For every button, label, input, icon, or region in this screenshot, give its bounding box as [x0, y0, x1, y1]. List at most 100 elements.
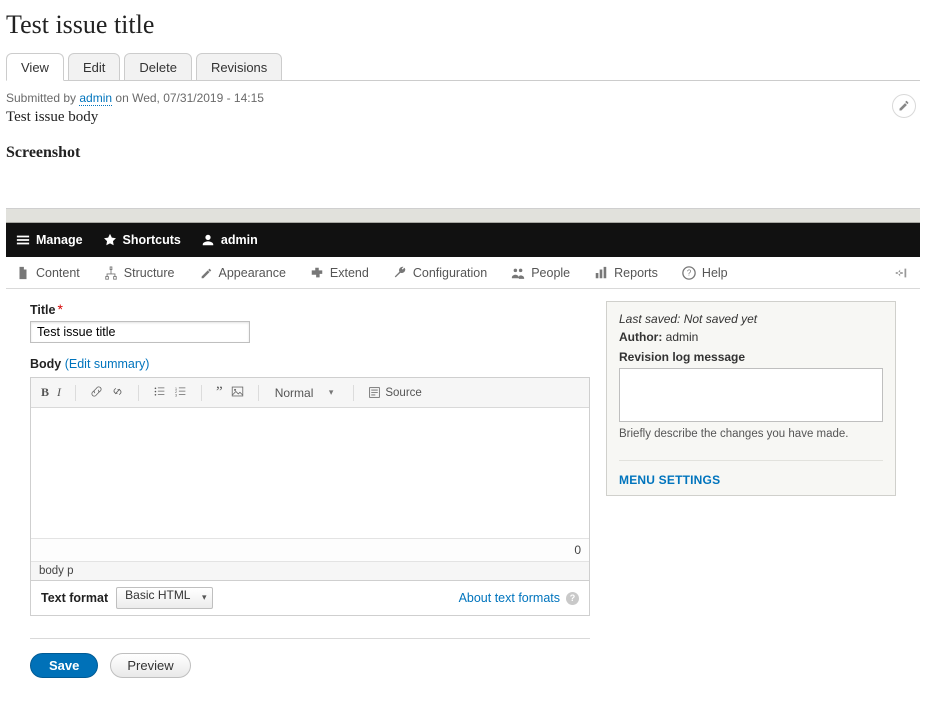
text-format-row: Text format Basic HTML About text format… — [30, 581, 590, 616]
toolbar-orientation-toggle[interactable] — [892, 265, 910, 281]
number-list-button[interactable]: 123 — [174, 385, 187, 401]
toolbar-sep-icon — [138, 385, 139, 401]
ckeditor-status: 0 — [31, 538, 589, 561]
toolbar-sep-icon — [75, 385, 76, 401]
link-icon — [90, 385, 103, 398]
help-icon: ? — [682, 266, 696, 280]
question-icon: ? — [566, 592, 579, 605]
admin-menu: Content Structure Appearance Extend Conf… — [6, 257, 920, 289]
submitted-suffix: on Wed, 07/31/2019 - 14:15 — [115, 91, 264, 105]
title-label: Title — [30, 303, 55, 317]
toolbar-sep-icon — [258, 385, 259, 401]
admin-tab-extend[interactable]: Extend — [310, 266, 369, 280]
source-button[interactable]: Source — [368, 386, 421, 399]
tab-view[interactable]: View — [6, 53, 64, 81]
bullet-list-button[interactable] — [153, 385, 166, 401]
local-tasks-tabs: View Edit Delete Revisions — [6, 52, 920, 81]
format-dropdown[interactable]: Normal — [273, 386, 340, 400]
author-label: Author: — [619, 330, 662, 344]
required-mark: * — [57, 301, 62, 317]
ckeditor-textarea[interactable] — [31, 408, 589, 538]
text-format-select[interactable]: Basic HTML — [116, 587, 213, 609]
user-icon — [201, 233, 215, 247]
field-title: Title* — [30, 301, 590, 343]
admin-tab-content[interactable]: Content — [16, 266, 80, 280]
tab-revisions[interactable]: Revisions — [196, 53, 282, 81]
toolbar-bar: Manage Shortcuts admin — [6, 223, 920, 257]
italic-button[interactable]: I — [57, 385, 61, 400]
field-body-label-row: Body (Edit summary) — [30, 357, 590, 371]
embedded-screenshot: Manage Shortcuts admin Content Structure — [6, 208, 920, 692]
image-icon — [231, 385, 244, 398]
text-format-label: Text format — [41, 591, 108, 605]
about-text-formats-label: About text formats — [459, 591, 560, 605]
admin-tab-configuration-label: Configuration — [413, 266, 487, 280]
paint-icon — [199, 266, 213, 280]
admin-tab-help[interactable]: ? Help — [682, 266, 728, 280]
toolbar-sep-icon — [353, 385, 354, 401]
ckeditor-path: body p — [31, 561, 589, 580]
toolbar-user-label: admin — [221, 233, 258, 247]
submitted-user-link[interactable]: admin — [79, 91, 112, 106]
revision-log-help: Briefly describe the changes you have ma… — [619, 428, 883, 440]
wrench-icon — [393, 266, 407, 280]
form-main: Title* Body (Edit summary) B I — [30, 301, 590, 678]
toolbar-manage[interactable]: Manage — [16, 233, 83, 247]
toolbar-shortcuts[interactable]: Shortcuts — [103, 233, 181, 247]
admin-tab-structure-label: Structure — [124, 266, 175, 280]
screenshot-top-gap — [6, 209, 920, 223]
admin-tab-reports-label: Reports — [614, 266, 658, 280]
screenshot-heading: Screenshot — [6, 144, 920, 162]
admin-tab-reports[interactable]: Reports — [594, 266, 658, 280]
link-button[interactable] — [90, 385, 103, 401]
about-text-formats-link[interactable]: About text formats ? — [459, 591, 579, 605]
toolbar-sep-icon — [201, 385, 202, 401]
admin-tab-extend-label: Extend — [330, 266, 369, 280]
file-icon — [16, 266, 30, 280]
bars-icon — [594, 266, 608, 280]
admin-tab-people-label: People — [531, 266, 570, 280]
issue-body: Test issue body — [6, 109, 920, 126]
admin-tab-people[interactable]: People — [511, 266, 570, 280]
tab-delete[interactable]: Delete — [124, 53, 192, 81]
image-button[interactable] — [231, 385, 244, 401]
page-title: Test issue title — [6, 10, 920, 40]
revision-log-label: Revision log message — [619, 350, 745, 364]
save-button[interactable]: Save — [30, 653, 98, 678]
submitted-meta: Submitted by admin on Wed, 07/31/2019 - … — [6, 91, 920, 105]
admin-tab-help-label: Help — [702, 266, 728, 280]
submitted-prefix: Submitted by — [6, 91, 79, 105]
toolbar-user[interactable]: admin — [201, 233, 258, 247]
admin-tab-configuration[interactable]: Configuration — [393, 266, 487, 280]
author-value: admin — [666, 330, 699, 344]
source-label: Source — [385, 387, 421, 399]
people-icon — [511, 266, 525, 280]
contextual-edit-button[interactable] — [892, 94, 916, 118]
admin-tab-appearance[interactable]: Appearance — [199, 266, 286, 280]
admin-tab-content-label: Content — [36, 266, 80, 280]
collapse-icon — [894, 266, 908, 280]
tab-edit[interactable]: Edit — [68, 53, 120, 81]
form-divider — [30, 638, 590, 639]
body-label: Body — [30, 357, 61, 371]
source-icon — [368, 386, 381, 399]
sitemap-icon — [104, 266, 118, 280]
toolbar-manage-label: Manage — [36, 233, 83, 247]
ul-icon — [153, 385, 166, 398]
unlink-button[interactable] — [111, 385, 124, 401]
toolbar-shortcuts-label: Shortcuts — [123, 233, 181, 247]
preview-button[interactable]: Preview — [110, 653, 190, 678]
page-root: Test issue title View Edit Delete Revisi… — [0, 0, 930, 712]
admin-tab-structure[interactable]: Structure — [104, 266, 175, 280]
blockquote-button[interactable]: ” — [216, 384, 223, 401]
unlink-icon — [111, 385, 124, 398]
menu-settings-toggle[interactable]: MENU SETTINGS — [619, 460, 883, 487]
pencil-icon — [898, 100, 910, 112]
form-sidebar: Last saved: Not saved yet Author: admin … — [606, 301, 896, 496]
revision-log-textarea[interactable] — [619, 368, 883, 422]
svg-text:?: ? — [687, 268, 692, 277]
form-actions: Save Preview — [30, 653, 590, 678]
title-input[interactable] — [30, 321, 250, 343]
bold-button[interactable]: B — [41, 385, 49, 400]
edit-summary-link[interactable]: (Edit summary) — [65, 357, 150, 371]
